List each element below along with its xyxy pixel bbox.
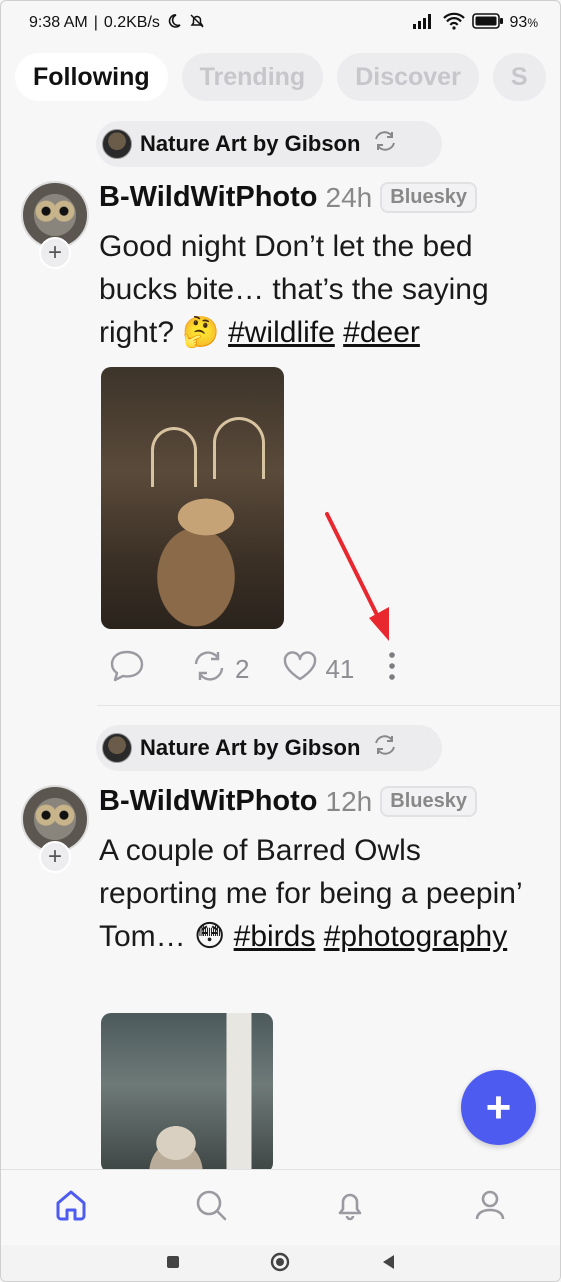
post-image-owls[interactable] bbox=[101, 1013, 273, 1173]
tab-trending[interactable]: Trending bbox=[181, 53, 324, 101]
author-name[interactable]: B-WildWitPhoto bbox=[99, 181, 318, 214]
reposter-avatar bbox=[102, 733, 132, 763]
repost-button[interactable]: 2 bbox=[191, 650, 249, 689]
post-text: Good night Don’t let the bed bucks bite…… bbox=[99, 225, 539, 354]
nav-notifications[interactable] bbox=[320, 1178, 380, 1238]
compose-button[interactable]: + bbox=[461, 1070, 536, 1145]
deer-antler-left bbox=[151, 427, 197, 487]
nav-profile[interactable] bbox=[460, 1178, 520, 1238]
system-nav bbox=[1, 1245, 560, 1281]
bottom-nav bbox=[1, 1169, 560, 1245]
reposter-name: Nature Art by Gibson bbox=[140, 735, 361, 760]
battery-level: 93% bbox=[510, 14, 538, 32]
follow-plus-icon[interactable]: + bbox=[39, 841, 71, 873]
back-icon[interactable] bbox=[380, 1253, 396, 1276]
repost-chip[interactable]: Nature Art by Gibson bbox=[96, 725, 442, 771]
reply-icon bbox=[109, 649, 145, 690]
tab-discover[interactable]: Discover bbox=[337, 53, 479, 101]
post-header: B-WildWitPhoto 24h Bluesky bbox=[99, 181, 477, 214]
status-time: 9:38 AM bbox=[29, 14, 88, 31]
hashtag-birds[interactable]: #birds bbox=[234, 920, 316, 953]
post-text: A couple of Barred Owls reporting me for… bbox=[99, 829, 539, 958]
post-header: B-WildWitPhoto 12h Bluesky bbox=[99, 785, 477, 818]
reposter-name: Nature Art by Gibson bbox=[140, 131, 361, 156]
reposter-avatar bbox=[102, 129, 132, 159]
hashtag-photography[interactable]: #photography bbox=[324, 920, 508, 953]
reply-button[interactable] bbox=[109, 649, 145, 690]
more-options-button[interactable] bbox=[386, 650, 398, 689]
moon-icon bbox=[166, 13, 182, 34]
status-bar: 9:38 AM | 0.2KB/s 93% bbox=[1, 1, 560, 45]
follow-plus-icon[interactable]: + bbox=[39, 237, 71, 269]
author-name[interactable]: B-WildWitPhoto bbox=[99, 785, 318, 818]
like-count: 41 bbox=[325, 654, 355, 684]
author-avatar-wrap[interactable]: + bbox=[21, 181, 89, 269]
status-left: 9:38 AM | 0.2KB/s bbox=[29, 12, 206, 35]
home-circle-icon[interactable] bbox=[269, 1251, 291, 1278]
signal-icon bbox=[412, 13, 436, 34]
app-frame: 9:38 AM | 0.2KB/s 93% Following Trending… bbox=[0, 0, 561, 1282]
author-avatar-wrap[interactable]: + bbox=[21, 785, 89, 873]
nav-home[interactable] bbox=[41, 1178, 101, 1238]
hashtag-deer[interactable]: #deer bbox=[343, 316, 420, 349]
more-icon bbox=[386, 650, 398, 689]
profile-icon bbox=[473, 1188, 507, 1227]
like-button[interactable]: 41 bbox=[283, 651, 354, 688]
percent-sign: % bbox=[527, 16, 538, 30]
recents-icon[interactable] bbox=[165, 1254, 181, 1275]
repost-chip[interactable]: Nature Art by Gibson bbox=[96, 121, 442, 167]
bell-icon bbox=[333, 1188, 367, 1227]
deer-antler-right bbox=[213, 417, 265, 479]
status-right: 93% bbox=[412, 12, 538, 35]
hashtag-wildlife[interactable]: #wildlife bbox=[228, 316, 335, 349]
repost-sync-icon bbox=[372, 734, 398, 762]
post-divider bbox=[97, 705, 560, 706]
post-image-deer[interactable] bbox=[101, 367, 284, 629]
post-time: 24h bbox=[325, 181, 373, 213]
repost-sync-icon bbox=[372, 130, 398, 158]
like-icon bbox=[283, 651, 317, 688]
search-icon bbox=[194, 1188, 228, 1227]
status-separator: | bbox=[93, 14, 98, 31]
battery-icon bbox=[471, 12, 504, 34]
status-network-speed: 0.2KB/s bbox=[103, 14, 160, 31]
battery-percent: 93 bbox=[509, 14, 528, 31]
tab-following[interactable]: Following bbox=[15, 53, 168, 101]
post-actions: 2 41 bbox=[109, 649, 398, 690]
mute-bell-icon bbox=[188, 12, 206, 35]
repost-count: 2 bbox=[235, 654, 250, 684]
feed-tabs: Following Trending Discover S bbox=[15, 53, 560, 101]
platform-badge: Bluesky bbox=[380, 182, 477, 213]
nav-search[interactable] bbox=[181, 1178, 241, 1238]
post-time: 12h bbox=[325, 785, 373, 817]
tab-more[interactable]: S bbox=[492, 53, 546, 101]
home-icon bbox=[54, 1188, 88, 1227]
repost-icon bbox=[191, 650, 227, 689]
wifi-icon bbox=[442, 12, 466, 35]
platform-badge: Bluesky bbox=[380, 786, 477, 817]
